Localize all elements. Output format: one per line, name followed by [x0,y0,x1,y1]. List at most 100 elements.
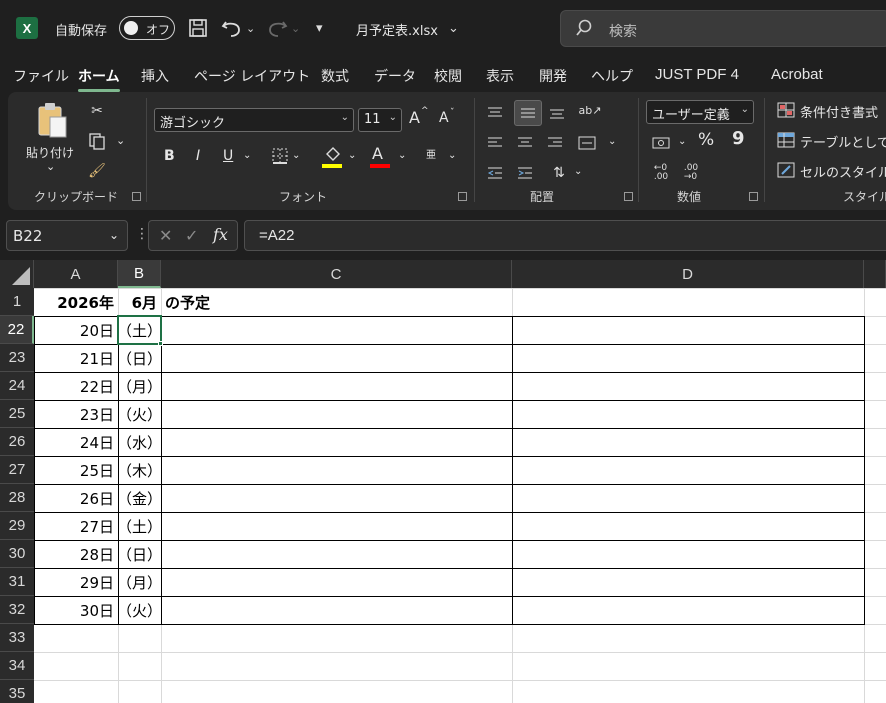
quick-access-customize-icon[interactable]: ▾ [316,15,323,41]
search-box[interactable]: 検索 [560,10,886,47]
tab-help[interactable]: ヘルプ [591,66,633,86]
weekday-cell[interactable]: （木） [117,456,162,484]
merge-center-icon[interactable] [576,132,598,154]
tab-formulas[interactable]: 数式 [321,66,349,86]
wrap-text-icon[interactable]: ⇅ [548,162,570,184]
day-cell[interactable]: 26日 [34,484,118,512]
weekday-cell[interactable]: （火） [117,400,162,428]
schedule-cell-d[interactable] [512,456,864,484]
decrease-decimal-icon[interactable]: .00 →0 [680,162,702,184]
font-color-dropdown-icon[interactable]: ⌄ [398,150,406,161]
formula-input[interactable]: =A22 [244,220,886,251]
schedule-cell-d[interactable] [512,428,864,456]
align-left-icon[interactable] [484,132,506,154]
row-header[interactable]: 30 [0,540,34,568]
column-header-d[interactable]: D [512,260,864,288]
tab-view[interactable]: 表示 [486,66,514,86]
schedule-cell-d[interactable] [512,484,864,512]
title-text-cell[interactable]: の予定 [165,288,505,316]
weekday-cell[interactable]: （月） [117,568,162,596]
conditional-formatting-button[interactable]: 条件付き書式 [800,102,878,121]
filename-chevron-down-icon[interactable]: ⌄ [448,15,459,41]
row-header[interactable]: 28 [0,484,34,512]
schedule-cell-d[interactable] [512,316,864,344]
schedule-cell-c[interactable] [161,512,512,540]
font-name-select[interactable]: 游ゴシック ⌄ [154,108,354,132]
schedule-cell-d[interactable] [512,568,864,596]
paste-label[interactable]: 貼り付け [26,144,74,161]
tab-review[interactable]: 校閲 [434,66,462,86]
phonetic-guide-icon[interactable]: 亜 [426,146,436,161]
borders-dropdown-icon[interactable]: ⌄ [292,150,300,161]
row-header[interactable]: 34 [0,652,34,680]
more-options-icon[interactable]: ⋮ [135,226,149,242]
align-middle-icon[interactable] [517,102,539,124]
cancel-icon[interactable]: ✕ [159,226,172,245]
day-cell[interactable]: 27日 [34,512,118,540]
tab-acrobat[interactable]: Acrobat [771,66,823,83]
undo-icon[interactable] [221,15,243,41]
column-header-c[interactable]: C [161,260,512,288]
schedule-cell-d[interactable] [512,400,864,428]
tab-data[interactable]: データ [374,66,416,86]
align-right-icon[interactable] [544,132,566,154]
tab-insert[interactable]: 挿入 [141,66,169,86]
select-all-corner[interactable] [0,260,34,288]
format-as-table-button[interactable]: テーブルとして書 [800,132,886,151]
fill-color-dropdown-icon[interactable]: ⌄ [348,150,356,161]
tab-developer[interactable]: 開発 [539,66,567,86]
schedule-cell-c[interactable] [161,568,512,596]
font-size-select[interactable]: 11 ⌄ [358,108,402,132]
cut-icon[interactable]: ✂ [86,100,108,122]
schedule-cell-d[interactable] [512,540,864,568]
schedule-cell-d[interactable] [512,512,864,540]
weekday-cell[interactable]: （土） [117,512,162,540]
increase-decimal-icon[interactable]: ←0.00 [650,162,672,184]
tab-file[interactable]: ファイル [13,66,69,86]
row-header[interactable]: 1 [0,288,34,316]
day-cell[interactable]: 29日 [34,568,118,596]
clipboard-launcher-icon[interactable] [132,192,141,201]
italic-button[interactable]: I [196,148,200,164]
column-header-b[interactable]: B [118,260,161,288]
weekday-cell[interactable]: （水） [117,428,162,456]
format-as-table-icon[interactable] [776,130,796,150]
schedule-cell-c[interactable] [161,316,512,344]
weekday-cell[interactable]: （火） [117,596,162,624]
day-cell[interactable]: 22日 [34,372,118,400]
day-cell[interactable]: 23日 [34,400,118,428]
paste-dropdown-icon[interactable]: ⌄ [46,160,55,173]
row-header[interactable]: 23 [0,344,34,372]
font-launcher-icon[interactable] [458,192,467,201]
bold-button[interactable]: B [164,148,175,164]
column-header-e[interactable] [864,260,886,288]
increase-indent-icon[interactable] [514,162,536,184]
grow-font-icon[interactable]: A [409,108,420,127]
fill-handle[interactable] [158,341,163,346]
tab-page-layout[interactable]: ページ レイアウト [194,66,310,86]
borders-icon[interactable] [270,146,290,166]
day-cell[interactable]: 20日 [34,316,118,344]
row-header[interactable]: 32 [0,596,34,624]
row-header[interactable]: 35 [0,680,34,703]
weekday-cell[interactable]: （金） [117,484,162,512]
schedule-cell-d[interactable] [512,344,864,372]
schedule-cell-c[interactable] [161,540,512,568]
accounting-format-icon[interactable] [650,132,674,154]
tab-home[interactable]: ホーム [78,66,120,92]
row-header[interactable]: 33 [0,624,34,652]
merge-dropdown-icon[interactable]: ⌄ [608,136,616,147]
day-cell[interactable]: 30日 [34,596,118,624]
cell-styles-button[interactable]: セルのスタイル [800,162,886,181]
insert-function-icon[interactable]: fx [213,225,228,244]
autosave-toggle[interactable]: オフ [119,16,175,40]
weekday-cell[interactable]: （日） [117,344,162,372]
name-box[interactable]: B22 ⌄ [6,220,128,251]
schedule-cell-c[interactable] [161,372,512,400]
row-header[interactable]: 29 [0,512,34,540]
copy-icon[interactable] [86,130,108,152]
decrease-indent-icon[interactable] [484,162,506,184]
conditional-formatting-icon[interactable] [776,100,796,120]
weekday-cell[interactable]: （月） [117,372,162,400]
day-cell[interactable]: 24日 [34,428,118,456]
